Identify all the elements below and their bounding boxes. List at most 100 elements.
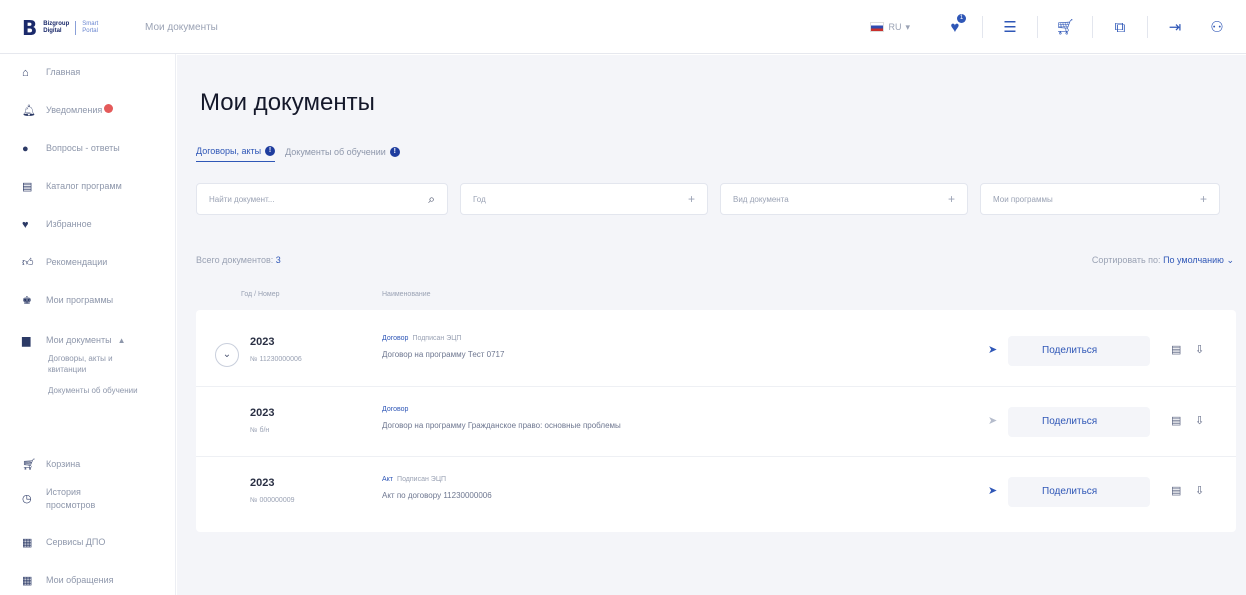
language-code: RU bbox=[888, 22, 902, 32]
signed-icon: ➤ bbox=[988, 485, 998, 497]
doc-type-label: Договор bbox=[382, 406, 409, 413]
sidebar-item-home[interactable]: ⌂ Главная bbox=[0, 66, 176, 80]
logo[interactable]: B Bizgroup Digital Smart Portal bbox=[22, 18, 98, 38]
sidebar-item-label: Мои документы bbox=[46, 335, 112, 345]
cart-button[interactable]: 🛒︎ bbox=[1050, 12, 1080, 42]
year-select[interactable]: Год + bbox=[460, 183, 708, 215]
chevron-down-icon: ⌄ bbox=[222, 349, 232, 360]
programs-select-label: Мои программы bbox=[993, 194, 1053, 204]
sidebar-item-recommendations[interactable]: 👍︎ Рекомендации bbox=[0, 256, 176, 270]
sidebar-subitem-education-docs[interactable]: Документы об обучении bbox=[48, 385, 144, 396]
doc-signed-status: Подписан ЭЦП bbox=[412, 335, 462, 342]
notification-badge: 1 bbox=[957, 14, 966, 23]
doc-year: 2023 bbox=[250, 407, 275, 419]
clock-icon: ◷ bbox=[22, 493, 32, 505]
sidebar-item-dpo-services[interactable]: ▦ Сервисы ДПО bbox=[0, 536, 176, 550]
download-icon[interactable]: ⇩ bbox=[1195, 343, 1204, 356]
thumbs-up-icon: 👍︎ bbox=[22, 257, 34, 269]
main-content: Мои документы Договоры, акты ! Документы… bbox=[177, 55, 1246, 595]
top-actions: RU ▾ ♥ 1 ☰ 🛒︎ ⧉ ⇥ ⚇ bbox=[870, 12, 1246, 42]
doc-type-select-label: Вид документа bbox=[733, 194, 789, 204]
sidebar-item-history[interactable]: ◷ История просмотров bbox=[0, 486, 176, 512]
heart-icon: ♥ bbox=[22, 219, 29, 231]
list-icon: ☰ bbox=[1003, 19, 1017, 36]
list-button[interactable]: ☰ bbox=[995, 12, 1025, 42]
sidebar-item-label: Сервисы ДПО bbox=[46, 537, 106, 547]
sidebar-item-label: Каталог программ bbox=[46, 181, 122, 191]
tab-contracts[interactable]: Договоры, акты ! bbox=[196, 146, 276, 162]
doc-year: 2023 bbox=[250, 477, 275, 489]
flag-icon bbox=[870, 22, 885, 32]
favorites-button[interactable]: ♥ 1 bbox=[940, 12, 970, 42]
download-icon[interactable]: ⇩ bbox=[1195, 484, 1204, 497]
programs-select[interactable]: Мои программы + bbox=[980, 183, 1220, 215]
share-button[interactable]: Поделиться bbox=[1008, 477, 1150, 507]
share-button[interactable]: Поделиться bbox=[1008, 407, 1150, 437]
profile-button[interactable]: ⚇ bbox=[1202, 12, 1232, 42]
doc-year: 2023 bbox=[250, 336, 275, 348]
search-placeholder: Найти документ... bbox=[209, 194, 275, 204]
login-button[interactable]: ⇥ bbox=[1160, 12, 1190, 42]
question-icon: ● bbox=[22, 143, 29, 155]
sidebar-item-label: Рекомендации bbox=[46, 257, 108, 267]
table-row: 2023 № 000000009 Акт Подписан ЭЦП Акт по … bbox=[196, 456, 1236, 524]
download-icon[interactable]: ⇩ bbox=[1195, 414, 1204, 427]
bell-icon: 🔔︎ bbox=[22, 105, 36, 117]
sidebar-item-my-programs[interactable]: ♚ Мои программы bbox=[0, 294, 176, 308]
sidebar-item-notifications[interactable]: 🔔︎ Уведомления bbox=[0, 104, 176, 118]
plus-icon: + bbox=[687, 192, 695, 206]
doc-name[interactable]: Акт по договору 11230000006 bbox=[382, 491, 492, 500]
requests-icon: ▦ bbox=[22, 575, 33, 587]
top-bar: B Bizgroup Digital Smart Portal Мои доку… bbox=[0, 0, 1246, 54]
divider bbox=[1092, 16, 1093, 38]
chevron-down-icon: ▾ bbox=[905, 21, 910, 32]
sidebar-item-catalog[interactable]: ▤ Каталог программ bbox=[0, 180, 176, 194]
column-header-name: Наименование bbox=[382, 291, 431, 298]
sidebar-item-label-wrap: Уведомления bbox=[30, 104, 114, 117]
sidebar-item-my-requests[interactable]: ▦ Мои обращения bbox=[0, 574, 176, 588]
document-tabs: Договоры, акты ! Документы об обучении ! bbox=[196, 146, 400, 162]
user-icon: ⚇ bbox=[1210, 19, 1224, 36]
year-select-label: Год bbox=[473, 194, 486, 204]
search-input[interactable]: Найти документ... ⌕ bbox=[196, 183, 448, 215]
table-row: ⌄ 2023 № 11230000006 Договор Подписан ЭЦП… bbox=[196, 316, 1236, 384]
sidebar-item-label: Избранное bbox=[46, 219, 92, 229]
unsigned-icon: ➤ bbox=[988, 415, 998, 427]
signed-icon: ➤ bbox=[988, 344, 998, 356]
view-icon[interactable]: ▤ bbox=[1171, 414, 1181, 427]
home-icon: ⌂ bbox=[22, 67, 29, 79]
language-switcher[interactable]: RU ▾ bbox=[870, 22, 910, 33]
doc-number: № б/н bbox=[250, 427, 270, 434]
doc-type-label: Договор bbox=[382, 335, 409, 342]
logo-mark: B bbox=[22, 16, 38, 40]
doc-name[interactable]: Договор на программу Тест 0717 bbox=[382, 350, 504, 359]
sidebar-item-label: Уведомления bbox=[46, 105, 103, 115]
share-button[interactable]: Поделиться bbox=[1008, 336, 1150, 366]
documents-total: Всего документов: 3 bbox=[196, 255, 281, 265]
sidebar-item-label: Мои обращения bbox=[46, 575, 114, 585]
chevron-down-icon: ⌄ bbox=[1226, 255, 1234, 265]
view-icon[interactable]: ▤ bbox=[1171, 343, 1181, 356]
logo-tag2: Portal bbox=[82, 28, 98, 34]
catalog-icon: ▤ bbox=[22, 181, 33, 193]
expand-button[interactable]: ⌄ bbox=[215, 343, 239, 367]
sidebar-item-faq[interactable]: ● Вопросы - ответы bbox=[0, 142, 176, 156]
doc-name[interactable]: Договор на программу Гражданское право: … bbox=[382, 421, 621, 430]
tab-education-docs[interactable]: Документы об обучении ! bbox=[285, 146, 400, 162]
compare-button[interactable]: ⧉ bbox=[1105, 12, 1135, 42]
column-header-year: Год / Номер bbox=[241, 291, 280, 298]
sidebar-item-label: Мои программы bbox=[46, 295, 114, 305]
doc-type-select[interactable]: Вид документа + bbox=[720, 183, 968, 215]
tab-label: Договоры, акты bbox=[196, 146, 262, 156]
breadcrumb[interactable]: Мои документы bbox=[145, 22, 218, 33]
plus-icon: + bbox=[1199, 192, 1207, 206]
sidebar-item-my-documents[interactable]: ▆ Мои документы ▲ bbox=[0, 334, 176, 348]
sidebar-subitem-contracts[interactable]: Договоры, акты и квитанции bbox=[48, 353, 144, 375]
sidebar-item-favorites[interactable]: ♥ Избранное bbox=[0, 218, 176, 232]
doc-signed-status: Подписан ЭЦП bbox=[397, 476, 447, 483]
view-icon[interactable]: ▤ bbox=[1171, 484, 1181, 497]
sidebar-item-cart[interactable]: 🛒︎ Корзина bbox=[0, 458, 176, 472]
documents-table: ⌄ 2023 № 11230000006 Договор Подписан ЭЦП… bbox=[196, 310, 1236, 532]
login-icon: ⇥ bbox=[1168, 19, 1182, 36]
sort-control[interactable]: Сортировать по: По умолчанию ⌄ bbox=[1092, 255, 1234, 266]
